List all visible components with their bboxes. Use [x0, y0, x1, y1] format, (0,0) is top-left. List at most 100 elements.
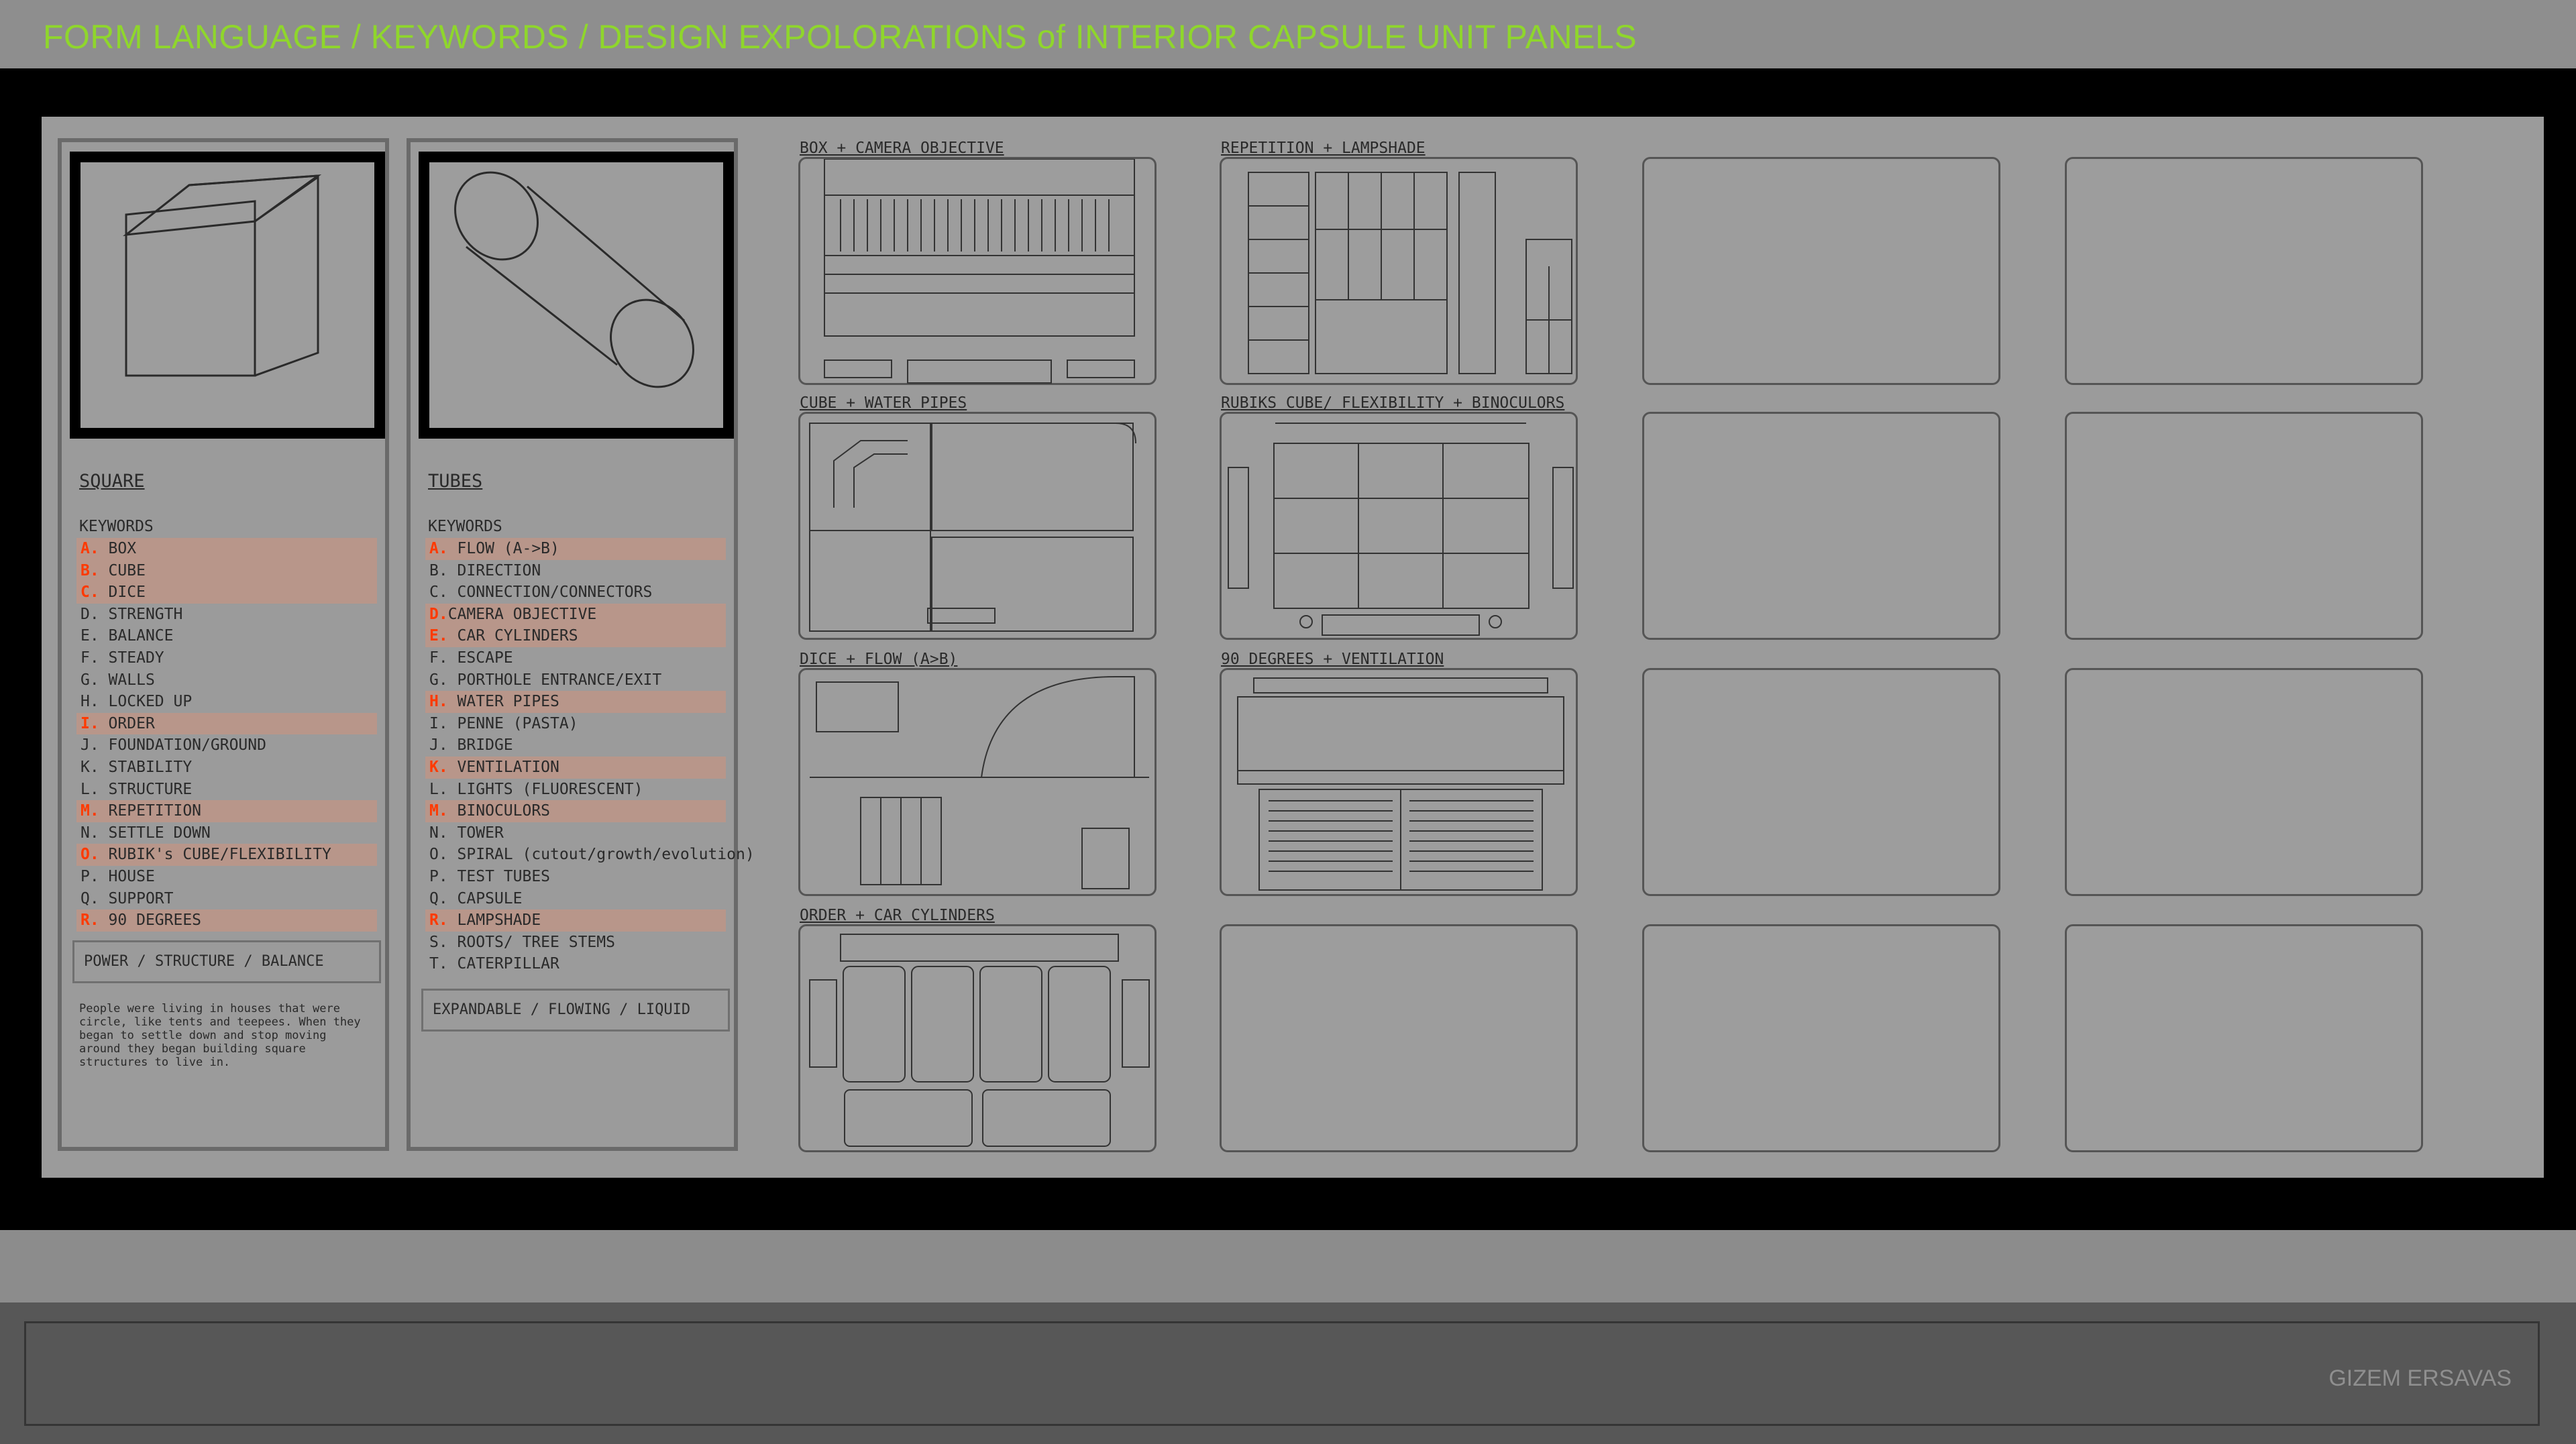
- hero-frame-square: [70, 152, 385, 439]
- keyword-item: H. LOCKED UP: [76, 691, 377, 713]
- panel-dice-flow: [798, 668, 1157, 896]
- keyword-letter: H.: [429, 693, 448, 711]
- keyword-letter: A.: [80, 540, 99, 557]
- keyword-item: R. LAMPSHADE: [425, 909, 726, 932]
- panel-empty: [1642, 157, 2000, 385]
- keyword-text: WALLS: [99, 671, 155, 689]
- keyword-letter: N.: [429, 824, 448, 842]
- keyword-text: FOUNDATION/GROUND: [99, 736, 266, 755]
- panel-90-degrees-ventilation: [1220, 668, 1578, 896]
- keywords-label: KEYWORDS: [79, 518, 154, 535]
- keyword-text: ORDER: [99, 714, 155, 732]
- keyword-text: BALANCE: [99, 627, 174, 645]
- panel-label: BOX + CAMERA OBJECTIVE: [800, 140, 1004, 157]
- keyword-item: H. WATER PIPES: [425, 691, 726, 713]
- keyword-text: SETTLE DOWN: [99, 824, 211, 842]
- keyword-item: E. CAR CYLINDERS: [425, 625, 726, 647]
- keyword-text: LOCKED UP: [99, 693, 193, 711]
- keyword-letter: N.: [80, 824, 99, 842]
- summary-box: POWER / STRUCTURE / BALANCE: [72, 940, 381, 983]
- keyword-text: CAMERA OBJECTIVE: [447, 605, 597, 623]
- keyword-item: N. SETTLE DOWN: [76, 822, 377, 844]
- keywords-label: KEYWORDS: [428, 518, 502, 535]
- keyword-text: CONNECTION/CONNECTORS: [447, 584, 653, 602]
- panel-label: 90 DEGREES + VENTILATION: [1221, 651, 1444, 668]
- keyword-letter: A.: [429, 540, 448, 557]
- keyword-letter: C.: [429, 584, 448, 602]
- keyword-letter: Q.: [429, 889, 448, 907]
- keyword-text: WATER PIPES: [447, 693, 559, 711]
- panel-empty: [2065, 668, 2423, 896]
- keyword-letter: D.: [429, 605, 448, 623]
- keyword-text: CUBE: [99, 561, 146, 579]
- keyword-letter: M.: [429, 802, 448, 820]
- keyword-text: DICE: [99, 584, 146, 602]
- keyword-item: Q. SUPPORT: [76, 888, 377, 910]
- panel-label: CUBE + WATER PIPES: [800, 394, 967, 412]
- keyword-letter: G.: [429, 671, 448, 689]
- keyword-letter: T.: [429, 955, 448, 973]
- author-name: GIZEM ERSAVAS: [2328, 1366, 2512, 1391]
- keyword-letter: F.: [429, 649, 448, 667]
- panel-repetition-lampshade: [1220, 157, 1578, 385]
- keyword-item: J. FOUNDATION/GROUND: [76, 734, 377, 757]
- panel-label: ORDER + CAR CYLINDERS: [800, 907, 995, 924]
- keyword-item: G. WALLS: [76, 669, 377, 691]
- keyword-text: LAMPSHADE: [447, 911, 541, 930]
- keyword-text: RUBIK's CUBE/FLEXIBILITY: [99, 846, 331, 864]
- panel-sketch: [809, 423, 1136, 632]
- keyword-text: TOWER: [447, 824, 504, 842]
- keyword-text: LIGHTS (FLUORESCENT): [447, 780, 643, 798]
- header-bar: FORM LANGUAGE / KEYWORDS / DESIGN EXPOLO…: [0, 0, 2576, 67]
- keyword-letter: C.: [80, 584, 99, 602]
- hero-frame-tubes: [419, 152, 734, 439]
- keyword-letter: K.: [429, 758, 448, 776]
- keyword-column-tubes: TUBES KEYWORDS A. FLOW (A->B) B. DIRECTIO…: [407, 138, 755, 1151]
- panel-rubiks-binoculors: [1220, 412, 1578, 640]
- keyword-item: M. BINOCULORS: [425, 800, 726, 822]
- cylinder-icon: [429, 162, 723, 428]
- keyword-letter: E.: [80, 627, 99, 645]
- keyword-text: TEST TUBES: [447, 867, 551, 885]
- keyword-item: P. TEST TUBES: [425, 866, 726, 888]
- keyword-item: T. CATERPILLAR: [425, 953, 726, 975]
- keyword-letter: I.: [80, 714, 99, 732]
- keyword-item: F. ESCAPE: [425, 647, 726, 669]
- panel-empty: [1642, 668, 2000, 896]
- keyword-letter: D.: [80, 605, 99, 623]
- keyword-item: I. PENNE (PASTA): [425, 713, 726, 735]
- keyword-item: J. BRIDGE: [425, 734, 726, 757]
- keyword-item: F. STEADY: [76, 647, 377, 669]
- footer-box: [24, 1321, 2540, 1426]
- keyword-letter: L.: [80, 780, 99, 798]
- panel-sketch: [1248, 172, 1572, 374]
- column-heading: TUBES: [428, 471, 483, 492]
- keyword-item: C. CONNECTION/CONNECTORS: [425, 581, 726, 604]
- keyword-text: ROOTS/ TREE STEMS: [447, 933, 615, 951]
- panel-empty: [1642, 412, 2000, 640]
- keyword-text: BINOCULORS: [447, 802, 551, 820]
- keyword-item: R. 90 DEGREES: [76, 909, 377, 932]
- keyword-text: STRENGTH: [99, 605, 183, 623]
- keyword-text: STRUCTURE: [99, 780, 193, 798]
- keyword-letter: J.: [80, 736, 99, 755]
- keyword-letter: I.: [429, 714, 448, 732]
- keyword-item: G. PORTHOLE ENTRANCE/EXIT: [425, 669, 726, 691]
- keyword-item: Q. CAPSULE: [425, 888, 726, 910]
- keyword-item: I. ORDER: [76, 712, 377, 735]
- keyword-text: PENNE (PASTA): [447, 714, 578, 732]
- keyword-item: O. SPIRAL (cutout/growth/evolution): [425, 844, 755, 866]
- keyword-list: A. FLOW (A->B) B. DIRECTION C. CONNECTION/…: [425, 538, 755, 975]
- keyword-text: VENTILATION: [447, 758, 559, 776]
- keyword-text: BOX: [99, 540, 137, 557]
- keyword-letter: P.: [80, 867, 99, 885]
- column-heading: SQUARE: [79, 471, 145, 492]
- keyword-item: B. CUBE: [76, 559, 377, 582]
- keyword-text: BRIDGE: [447, 736, 513, 755]
- panel-empty: [2065, 157, 2423, 385]
- keyword-list: A. BOX B. CUBE C. DICE D. STRENGTH E. BALANC…: [76, 538, 377, 932]
- keyword-text: REPETITION: [99, 802, 202, 820]
- keyword-text: CAPSULE: [447, 889, 523, 907]
- keyword-item: O. RUBIK's CUBE/FLEXIBILITY: [76, 844, 377, 866]
- keyword-item: L. LIGHTS (FLUORESCENT): [425, 779, 726, 801]
